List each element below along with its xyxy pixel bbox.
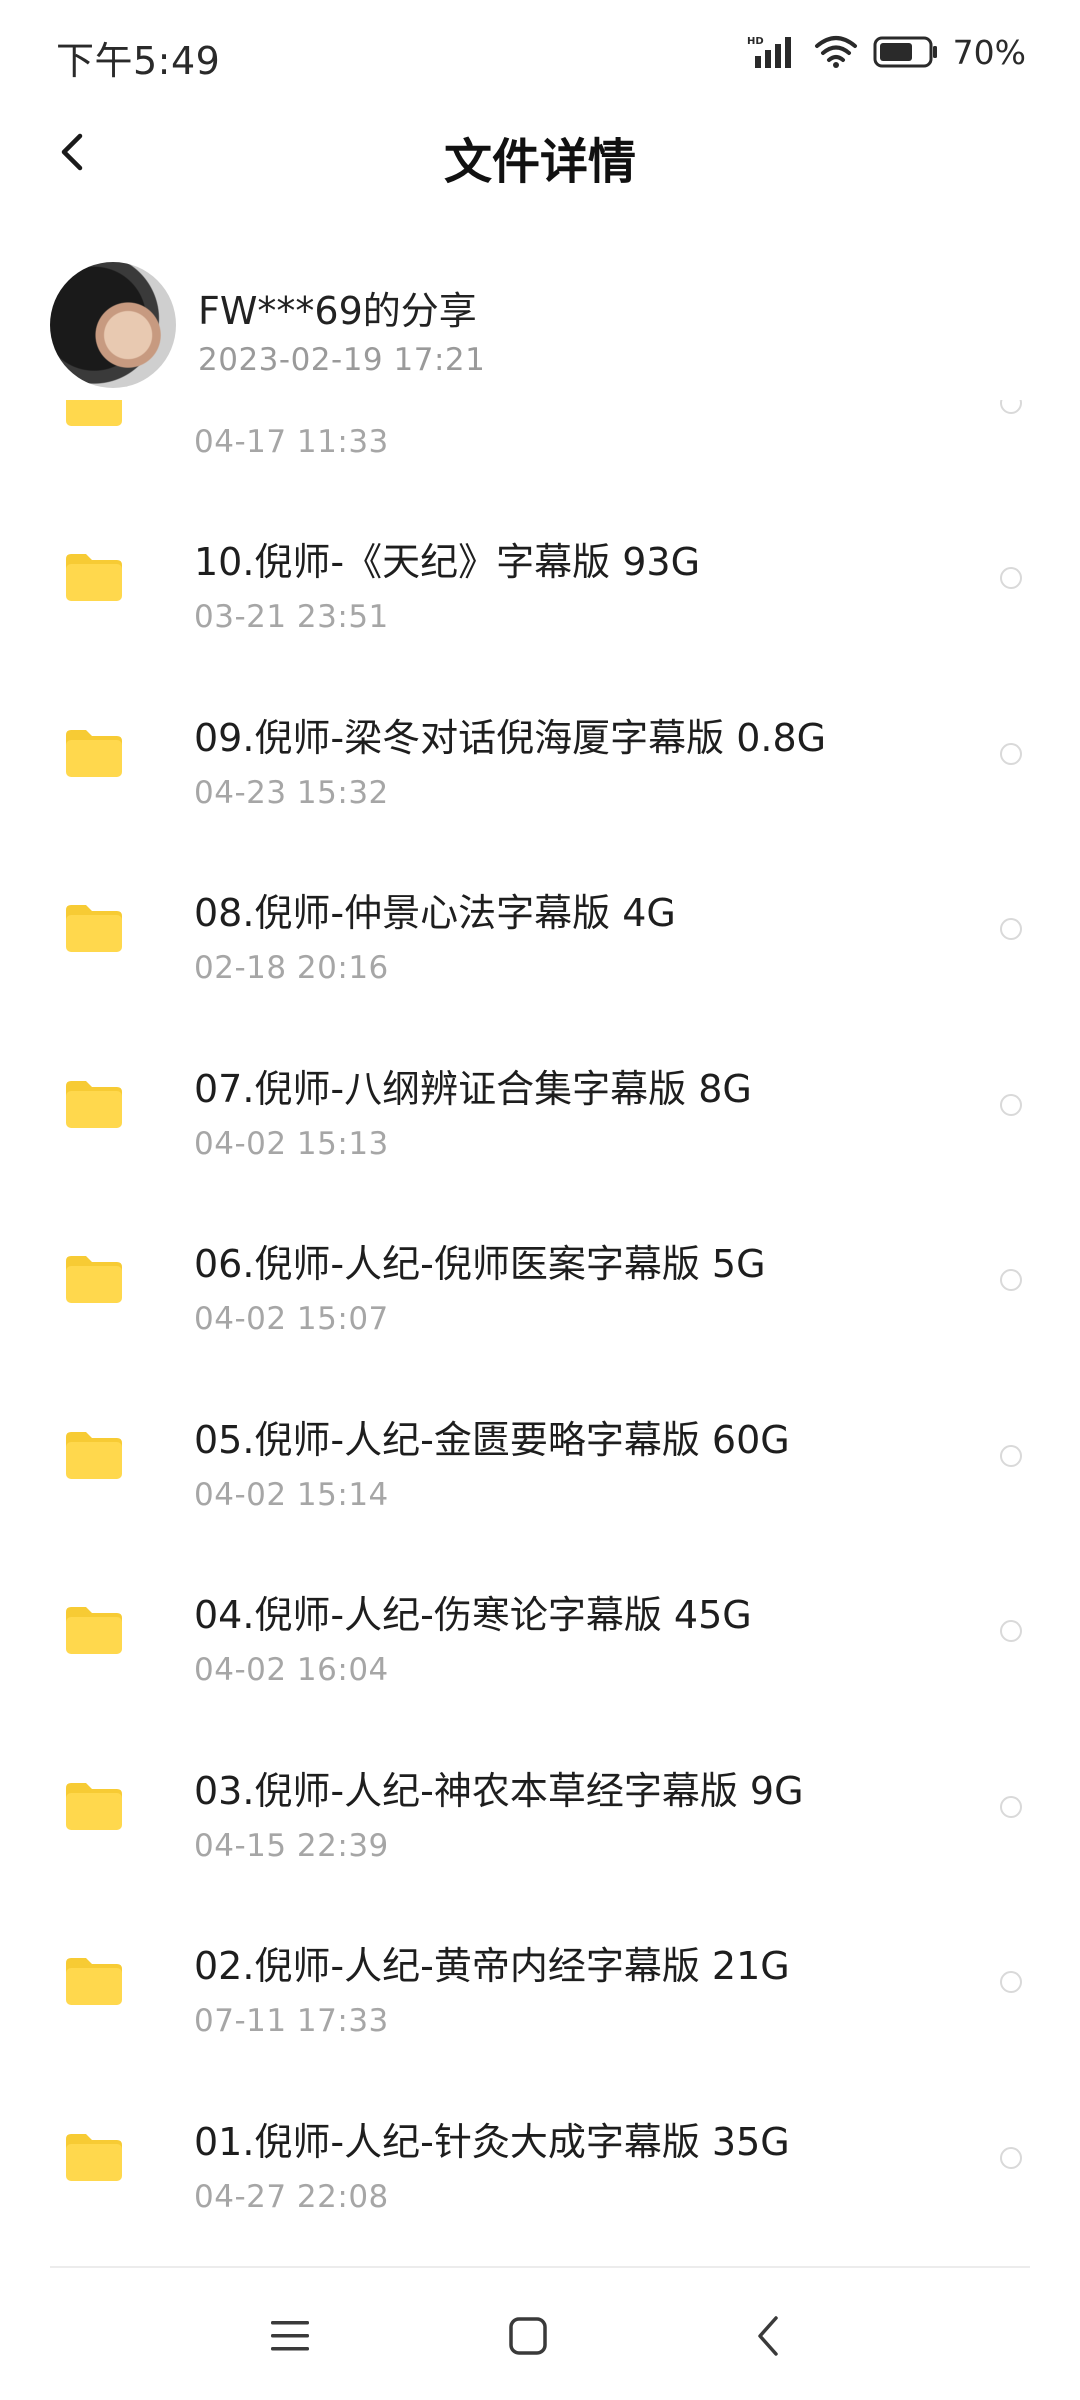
wifi-icon [813, 34, 859, 70]
folder-icon [64, 1780, 124, 1832]
file-name: 04.倪师-人纪-伤寒论字幕版 45G [194, 1593, 752, 1637]
back-nav-button[interactable] [728, 2298, 808, 2378]
menu-icon [270, 2319, 310, 2357]
list-item[interactable]: 04-17 11:33 [0, 400, 1080, 495]
select-checkbox[interactable] [1000, 1269, 1022, 1291]
system-nav-bar [0, 2268, 1080, 2400]
file-date: 04-02 16:04 [194, 1652, 389, 1688]
battery-percent: 70% [952, 32, 1026, 72]
home-icon [508, 2316, 548, 2360]
file-date: 02-18 20:16 [194, 950, 389, 986]
file-date: 03-21 23:51 [194, 599, 389, 635]
folder-icon [64, 902, 124, 954]
file-list[interactable]: 04-17 11:33 10.倪师-《天纪》字幕版 93G 03-21 23:51… [0, 400, 1080, 2266]
select-checkbox[interactable] [1000, 918, 1022, 940]
title-bar: 文件详情 [0, 104, 1080, 204]
status-time: 下午5:49 [56, 39, 221, 83]
folder-icon [64, 1253, 124, 1305]
folder-icon [64, 727, 124, 779]
file-name: 06.倪师-人纪-倪师医案字幕版 5G [194, 1242, 766, 1286]
page-title: 文件详情 [443, 134, 636, 190]
file-date: 04-27 22:08 [194, 2178, 389, 2215]
list-item[interactable]: 09.倪师-梁冬对话倪海厦字幕版 0.8G 04-23 15:32 [0, 671, 1080, 846]
list-item[interactable]: 04.倪师-人纪-伤寒论字幕版 45G 04-02 16:04 [0, 1548, 1080, 1723]
back-icon [755, 2315, 781, 2361]
home-button[interactable] [488, 2298, 568, 2378]
list-item[interactable]: 08.倪师-仲景心法字幕版 4G 02-18 20:16 [0, 846, 1080, 1021]
share-date: 2023-02-19 17:21 [198, 342, 486, 378]
share-owner-name: FW***69的分享 [198, 289, 477, 333]
folder-icon [64, 1429, 124, 1481]
list-item[interactable]: 01.倪师-人纪-针灸大成字幕版 35G 04-27 22:08 [0, 2075, 1080, 2250]
file-name: 01.倪师-人纪-针灸大成字幕版 35G [194, 2119, 790, 2164]
select-checkbox[interactable] [1000, 1795, 1022, 1818]
file-name: 08.倪师-仲景心法字幕版 4G [194, 891, 676, 935]
select-checkbox[interactable] [1000, 1093, 1022, 1116]
select-checkbox[interactable] [1000, 567, 1022, 589]
avatar[interactable] [50, 262, 176, 388]
select-checkbox[interactable] [1000, 1971, 1022, 1993]
status-icons: HD 70% [747, 30, 1026, 74]
file-date: 04-02 15:13 [194, 1125, 389, 1162]
file-name: 02.倪师-人纪-黄帝内经字幕版 21G [194, 1944, 790, 1988]
list-item[interactable]: 02.倪师-人纪-黄帝内经字幕版 21G 07-11 17:33 [0, 1899, 1080, 2074]
signal-icon: HD [747, 34, 799, 70]
file-name: 10.倪师-《天纪》字幕版 93G [194, 540, 701, 584]
file-date: 04-23 15:32 [194, 774, 389, 811]
list-item[interactable]: 10.倪师-《天纪》字幕版 93G 03-21 23:51 [0, 495, 1080, 670]
file-date: 04-17 11:33 [194, 424, 389, 460]
select-checkbox[interactable] [1000, 400, 1022, 414]
svg-text:HD: HD [747, 36, 764, 47]
battery-icon [873, 35, 939, 69]
list-item[interactable]: 07.倪师-八纲辨证合集字幕版 8G 04-02 15:13 [0, 1022, 1080, 1197]
file-name: 07.倪师-八纲辨证合集字幕版 8G [194, 1066, 752, 1111]
folder-icon [64, 1955, 124, 2007]
folder-icon [64, 2131, 124, 2183]
file-date: 04-15 22:39 [194, 1827, 389, 1864]
list-item[interactable]: 03.倪师-人纪-神农本草经字幕版 9G 04-15 22:39 [0, 1724, 1080, 1899]
list-item[interactable]: 06.倪师-人纪-倪师医案字幕版 5G 04-02 15:07 [0, 1197, 1080, 1372]
file-name: 05.倪师-人纪-金匮要略字幕版 60G [194, 1417, 790, 1462]
folder-icon [64, 1604, 124, 1656]
share-header: FW***69的分享 2023-02-19 17:21 [0, 250, 1080, 400]
file-name: 09.倪师-梁冬对话倪海厦字幕版 0.8G [194, 715, 827, 760]
file-date: 04-02 15:14 [194, 1476, 389, 1513]
select-checkbox[interactable] [1000, 2146, 1022, 2169]
folder-icon [64, 1078, 124, 1130]
folder-icon [64, 400, 124, 428]
select-checkbox[interactable] [1000, 742, 1022, 765]
folder-icon [64, 551, 124, 603]
select-checkbox[interactable] [1000, 1620, 1022, 1642]
list-item[interactable]: 05.倪师-人纪-金匮要略字幕版 60G 04-02 15:14 [0, 1373, 1080, 1548]
select-checkbox[interactable] [1000, 1444, 1022, 1467]
file-date: 04-02 15:07 [194, 1301, 389, 1337]
status-bar: 下午5:49 HD 70% [0, 0, 1080, 104]
menu-button[interactable] [250, 2298, 330, 2378]
file-name: 03.倪师-人纪-神农本草经字幕版 9G [194, 1768, 804, 1813]
file-date: 07-11 17:33 [194, 2003, 389, 2039]
